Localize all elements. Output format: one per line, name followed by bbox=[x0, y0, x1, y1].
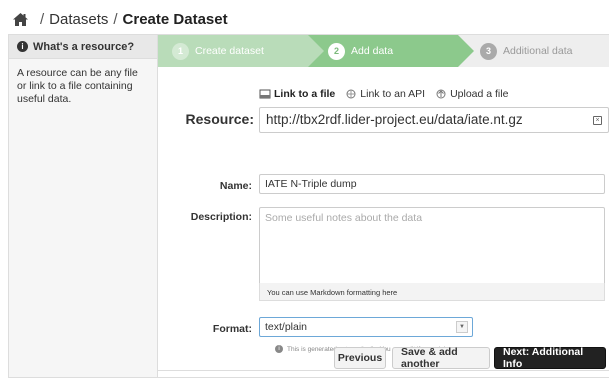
info-icon: i bbox=[17, 41, 28, 52]
format-value: text/plain bbox=[265, 321, 308, 333]
resource-url-input[interactable]: http://tbx2rdf.lider-project.eu/data/iat… bbox=[259, 107, 609, 133]
breadcrumb-separator: / bbox=[40, 11, 45, 28]
stage-label: Add data bbox=[351, 45, 394, 57]
breadcrumb-separator: / bbox=[113, 11, 118, 28]
form-actions-divider bbox=[158, 370, 609, 371]
stage-number: 1 bbox=[172, 42, 189, 60]
resource-label: Resource: bbox=[185, 111, 254, 127]
stage-arrow bbox=[308, 35, 324, 67]
name-input[interactable]: IATE N-Triple dump bbox=[259, 174, 605, 194]
tab-upload-file[interactable]: Upload a file bbox=[435, 88, 508, 100]
previous-button[interactable]: Previous bbox=[334, 347, 386, 369]
tab-link-file[interactable]: Link to a file bbox=[259, 88, 335, 100]
sidebar-text: A resource can be any file or link to a … bbox=[17, 67, 138, 105]
format-label: Format: bbox=[212, 323, 252, 335]
tab-label: Upload a file bbox=[450, 88, 509, 100]
format-input[interactable]: text/plain ▼ bbox=[259, 317, 473, 337]
dataset-form-panel: i What's a resource? A resource can be a… bbox=[8, 34, 609, 378]
breadcrumb: / Datasets / Create Dataset bbox=[0, 0, 609, 32]
sidebar-header: i What's a resource? bbox=[9, 35, 157, 59]
save-and-add-another-button[interactable]: Save & add another bbox=[392, 346, 490, 370]
markdown-hint: You can use Markdown formatting here bbox=[259, 283, 605, 301]
tab-link-api[interactable]: Link to an API bbox=[345, 88, 425, 100]
tab-label: Link to a file bbox=[274, 88, 336, 100]
stage-label: Additional data bbox=[503, 45, 573, 57]
info-icon: i bbox=[275, 345, 283, 353]
breadcrumb-datasets-link[interactable]: Datasets bbox=[49, 11, 108, 28]
link-file-icon bbox=[259, 89, 271, 99]
clear-icon[interactable]: × bbox=[593, 116, 602, 125]
stage-add-data: 2 Add data bbox=[308, 35, 474, 67]
stage-number: 3 bbox=[480, 42, 497, 60]
progress-stages: 1 Create dataset 2 Add data 3 Additional… bbox=[158, 35, 609, 67]
link-api-icon bbox=[345, 89, 357, 99]
description-label: Description: bbox=[190, 211, 252, 223]
stage-arrow bbox=[458, 35, 474, 67]
upload-icon bbox=[435, 89, 447, 99]
sidebar-title: What's a resource? bbox=[33, 40, 135, 53]
stage-number: 2 bbox=[328, 42, 345, 60]
resource-form: Link to a file Link to an API Upload a f… bbox=[158, 67, 609, 377]
resource-url-value: http://tbx2rdf.lider-project.eu/data/iat… bbox=[266, 112, 523, 127]
tab-label: Link to an API bbox=[360, 88, 426, 100]
stage-additional-data: 3 Additional data bbox=[458, 35, 609, 67]
home-icon[interactable] bbox=[12, 12, 29, 27]
name-label: Name: bbox=[219, 180, 252, 192]
chevron-down-icon[interactable]: ▼ bbox=[456, 321, 468, 333]
stage-create-dataset[interactable]: 1 Create dataset bbox=[158, 35, 324, 67]
resource-type-tabs: Link to a file Link to an API Upload a f… bbox=[259, 87, 508, 101]
help-sidebar: i What's a resource? A resource can be a… bbox=[9, 35, 158, 377]
stage-label: Create dataset bbox=[195, 45, 264, 57]
breadcrumb-current: Create Dataset bbox=[122, 11, 228, 28]
next-additional-info-button[interactable]: Next: Additional Info bbox=[494, 346, 606, 370]
